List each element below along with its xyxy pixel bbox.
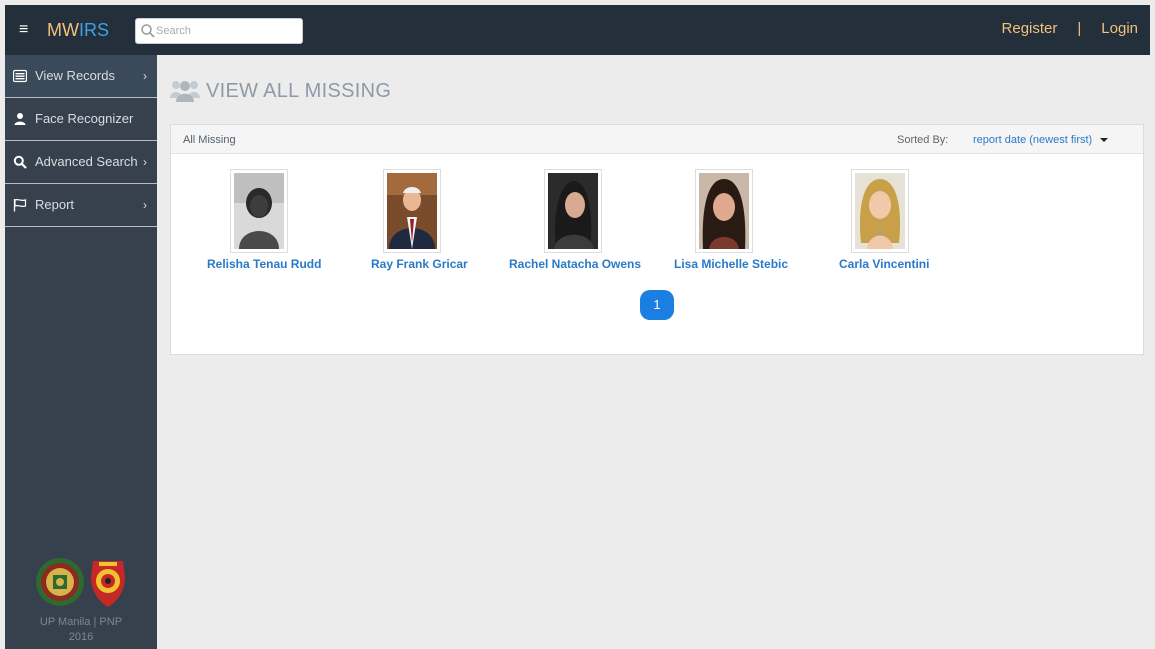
caret-down-icon — [1100, 138, 1109, 143]
auth-links: Register | Login — [1002, 19, 1138, 39]
top-navbar: ≡ MWIRS Register | Login — [5, 5, 1150, 55]
nav-separator: | — [1077, 20, 1082, 37]
search-icon — [13, 155, 27, 169]
record-photo[interactable] — [383, 169, 441, 253]
record-name[interactable]: Ray Frank Gricar — [371, 257, 468, 271]
record-photo[interactable] — [544, 169, 602, 253]
brand-irs: IRS — [78, 20, 109, 40]
flag-icon — [13, 198, 27, 212]
up-manila-seal-icon — [36, 558, 84, 606]
pnp-seal-icon — [91, 561, 125, 607]
chevron-right-icon: › — [143, 198, 147, 212]
record-name[interactable]: Carla Vincentini — [839, 257, 929, 271]
sidebar-item-label: Advanced Search — [35, 154, 138, 169]
sidebar-item-view-records[interactable]: View Records › — [5, 55, 157, 98]
search-icon — [141, 24, 155, 38]
sort-value: report date (newest first) — [973, 134, 1093, 146]
footer-credit: UP Manila | PNP — [39, 616, 123, 628]
register-link[interactable]: Register — [1002, 20, 1058, 37]
person-photo-icon — [699, 173, 749, 249]
sort-label: Sorted By: — [897, 134, 949, 146]
pagination-page-1[interactable]: 1 — [640, 290, 674, 320]
search-box — [135, 18, 303, 44]
sidebar-item-face-recognizer[interactable]: Face Recognizer — [5, 98, 157, 141]
sidebar-item-advanced-search[interactable]: Advanced Search › — [5, 141, 157, 184]
records-panel: All Missing Sorted By: report date (newe… — [170, 124, 1144, 355]
page-title: VIEW ALL MISSING — [206, 80, 392, 102]
person-photo-icon — [387, 173, 437, 249]
search-input[interactable] — [156, 22, 296, 40]
sidebar-item-label: Face Recognizer — [35, 111, 134, 126]
record-photo[interactable] — [851, 169, 909, 253]
users-icon — [170, 81, 200, 102]
record-name[interactable]: Relisha Tenau Rudd — [207, 257, 321, 271]
user-icon — [14, 113, 26, 125]
list-icon — [13, 69, 27, 83]
record-cards: Relisha Tenau Rudd Ray Frank Gricar Rach… — [171, 169, 1143, 271]
panel-title: All Missing — [183, 134, 236, 146]
hamburger-icon[interactable]: ≡ — [19, 20, 28, 40]
record-photo[interactable] — [695, 169, 753, 253]
person-photo-icon — [548, 173, 598, 249]
brand-mw: MW — [47, 20, 79, 40]
chevron-right-icon: › — [143, 155, 147, 169]
footer-year: 2016 — [68, 631, 94, 643]
sidebar-item-label: Report — [35, 197, 75, 212]
sidebar-item-report[interactable]: Report › — [5, 184, 157, 227]
panel-header: All Missing Sorted By: report date (newe… — [171, 125, 1143, 154]
record-name[interactable]: Rachel Natacha Owens — [509, 257, 641, 271]
sidebar-item-label: View Records — [35, 68, 115, 83]
record-name[interactable]: Lisa Michelle Stebic — [674, 257, 788, 271]
person-photo-icon — [855, 173, 905, 249]
brand-logo[interactable]: MWIRS — [47, 18, 109, 42]
seals — [5, 557, 157, 609]
sidebar-footer: UP Manila | PNP 2016 — [5, 557, 157, 645]
person-photo-icon — [234, 173, 284, 249]
login-link[interactable]: Login — [1101, 20, 1138, 37]
chevron-right-icon: › — [143, 69, 147, 83]
record-photo[interactable] — [230, 169, 288, 253]
sort-dropdown[interactable]: report date (newest first) — [973, 134, 1109, 146]
sidebar: View Records › Face Recognizer Advanced … — [5, 55, 157, 649]
